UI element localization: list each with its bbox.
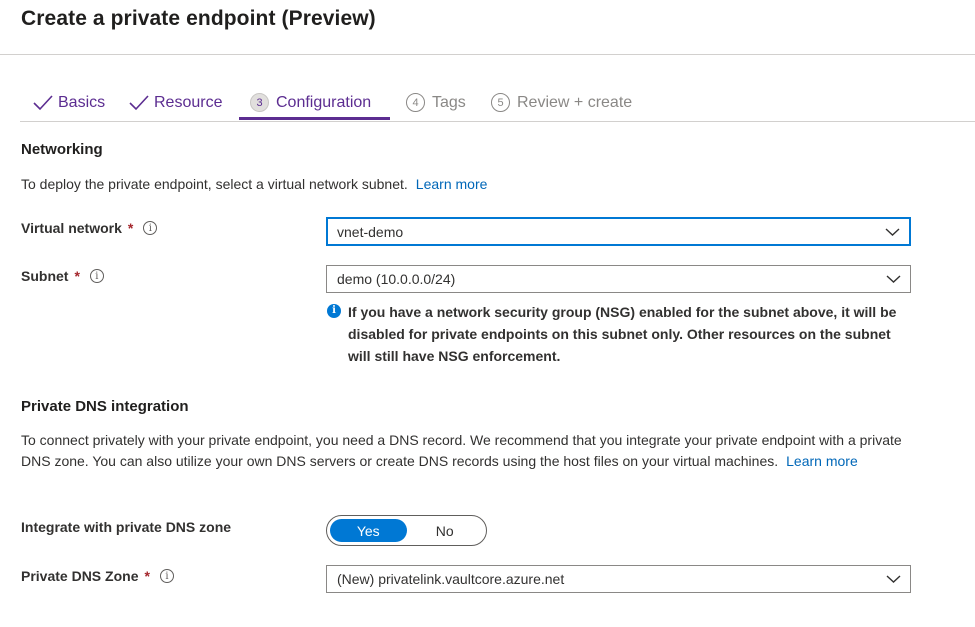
required-asterisk: *: [127, 220, 134, 236]
required-asterisk: *: [144, 568, 150, 584]
tabs-divider: [20, 121, 975, 122]
tab-basics[interactable]: Basics: [32, 86, 105, 119]
info-filled-icon: i: [327, 304, 341, 318]
subnet-label-text: Subnet: [21, 268, 69, 284]
info-icon[interactable]: i: [159, 569, 174, 583]
checkmark-icon: [128, 94, 150, 112]
dns-description: To connect privately with your private e…: [21, 430, 921, 472]
virtual-network-value: vnet-demo: [337, 223, 404, 240]
nsg-info-text: If you have a network security group (NS…: [348, 304, 897, 364]
info-icon[interactable]: i: [143, 221, 158, 235]
tab-label: Review + create: [517, 93, 633, 111]
dns-zone-label-text: Private DNS Zone: [21, 568, 139, 584]
tab-label: Tags: [432, 93, 466, 111]
active-tab-underline: [239, 117, 390, 120]
dns-description-text: To connect privately with your private e…: [21, 432, 902, 469]
tab-review-create[interactable]: 5 Review + create: [491, 86, 632, 119]
step-number-badge: 3: [250, 93, 269, 112]
subnet-label: Subnet * i: [21, 268, 104, 284]
info-icon[interactable]: i: [89, 269, 104, 283]
tab-label: Resource: [154, 93, 223, 111]
checkmark-icon: [32, 94, 54, 112]
dns-zone-select[interactable]: (New) privatelink.vaultcore.azure.net: [326, 565, 911, 593]
dns-heading: Private DNS integration: [21, 398, 189, 415]
dns-zone-value: (New) privatelink.vaultcore.azure.net: [337, 571, 565, 587]
tab-label: Basics: [58, 93, 106, 111]
page-title: Create a private endpoint (Preview): [21, 7, 376, 30]
tab-configuration[interactable]: 3 Configuration: [250, 86, 371, 119]
integrate-dns-label: Integrate with private DNS zone: [21, 519, 232, 535]
networking-description: To deploy the private endpoint, select a…: [21, 174, 487, 195]
subnet-value: demo (10.0.0.0/24): [337, 271, 456, 287]
networking-learn-more-link[interactable]: Learn more: [416, 176, 488, 192]
toggle-option-no[interactable]: No: [407, 519, 484, 542]
chevron-down-icon: [885, 228, 900, 236]
virtual-network-label-text: Virtual network: [21, 220, 122, 236]
nsg-info-note: i If you have a network security group (…: [327, 301, 917, 367]
subnet-select[interactable]: demo (10.0.0.0/24): [326, 265, 911, 293]
wizard-tabs: Basics Resource 3 Configuration 4 Tags 5…: [20, 86, 975, 122]
chevron-down-icon: [886, 575, 901, 583]
virtual-network-label: Virtual network * i: [21, 220, 158, 236]
toggle-option-yes[interactable]: Yes: [330, 519, 407, 542]
tab-tags[interactable]: 4 Tags: [406, 86, 466, 119]
tab-resource[interactable]: Resource: [128, 86, 222, 119]
dns-zone-label: Private DNS Zone * i: [21, 568, 174, 584]
dns-learn-more-link[interactable]: Learn more: [786, 453, 858, 469]
chevron-down-icon: [886, 275, 901, 283]
networking-description-text: To deploy the private endpoint, select a…: [21, 176, 408, 192]
integrate-dns-toggle[interactable]: Yes No: [326, 515, 487, 546]
step-number-badge: 5: [491, 93, 510, 112]
required-asterisk: *: [74, 268, 80, 284]
tab-label: Configuration: [276, 93, 372, 111]
virtual-network-select[interactable]: vnet-demo: [326, 217, 911, 246]
networking-heading: Networking: [21, 141, 103, 158]
title-divider: [0, 54, 975, 55]
step-number-badge: 4: [406, 93, 425, 112]
